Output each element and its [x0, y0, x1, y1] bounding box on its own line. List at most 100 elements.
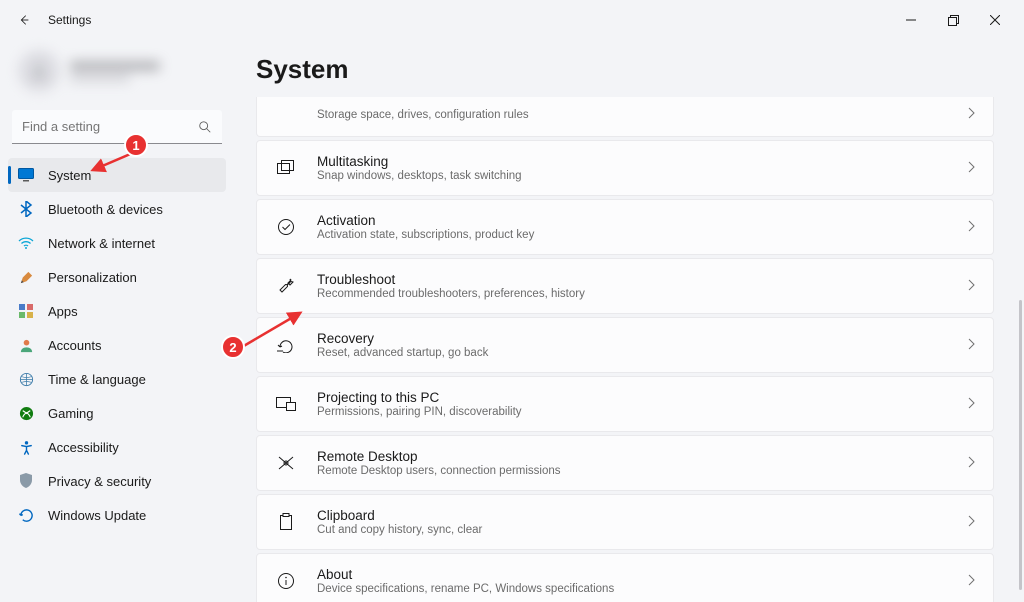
card-title: About	[317, 567, 967, 582]
sidebar-item-apps[interactable]: Apps	[8, 294, 226, 328]
chevron-right-icon	[967, 515, 975, 530]
callout-1: 1	[124, 133, 148, 157]
card-multitasking[interactable]: Multitasking Snap windows, desktops, tas…	[256, 140, 994, 196]
display-icon	[18, 167, 34, 183]
minimize-button[interactable]	[890, 5, 932, 35]
chevron-right-icon	[967, 397, 975, 412]
card-clipboard[interactable]: Clipboard Cut and copy history, sync, cl…	[256, 494, 994, 550]
card-projecting[interactable]: Projecting to this PC Permissions, pairi…	[256, 376, 994, 432]
card-sub: Recommended troubleshooters, preferences…	[317, 288, 967, 300]
card-title: Recovery	[317, 331, 967, 346]
person-icon	[18, 337, 34, 353]
card-body: Troubleshoot Recommended troubleshooters…	[317, 272, 967, 300]
card-sub: Activation state, subscriptions, product…	[317, 229, 967, 241]
card-body: Remote Desktop Remote Desktop users, con…	[317, 449, 967, 477]
sidebar-item-accessibility[interactable]: Accessibility	[8, 430, 226, 464]
sidebar-item-windows-update[interactable]: Windows Update	[8, 498, 226, 532]
card-body: Projecting to this PC Permissions, pairi…	[317, 390, 967, 418]
nav-label: Apps	[48, 304, 78, 319]
card-recovery[interactable]: Recovery Reset, advanced startup, go bac…	[256, 317, 994, 373]
nav-label: Network & internet	[48, 236, 155, 251]
card-sub: Cut and copy history, sync, clear	[317, 524, 967, 536]
update-icon	[18, 507, 34, 523]
nav-label: Privacy & security	[48, 474, 151, 489]
wifi-icon	[18, 235, 34, 251]
maximize-icon	[948, 15, 959, 26]
back-button[interactable]	[8, 4, 40, 36]
user-meta	[70, 61, 216, 82]
card-title: Multitasking	[317, 154, 967, 169]
shield-icon	[18, 473, 34, 489]
avatar	[18, 50, 60, 92]
maximize-button[interactable]	[932, 5, 974, 35]
sidebar-item-system[interactable]: System	[8, 158, 226, 192]
nav-label: Gaming	[48, 406, 94, 421]
card-body: Multitasking Snap windows, desktops, tas…	[317, 154, 967, 182]
chevron-right-icon	[967, 574, 975, 589]
recovery-icon	[275, 334, 297, 356]
card-body: Recovery Reset, advanced startup, go bac…	[317, 331, 967, 359]
clipboard-icon	[275, 511, 297, 533]
sidebar-item-accounts[interactable]: Accounts	[8, 328, 226, 362]
card-title: Clipboard	[317, 508, 967, 523]
nav-label: Accounts	[48, 338, 101, 353]
sidebar-item-gaming[interactable]: Gaming	[8, 396, 226, 430]
multitasking-icon	[275, 157, 297, 179]
remote-desktop-icon	[275, 452, 297, 474]
callout-2: 2	[221, 335, 245, 359]
nav-label: Windows Update	[48, 508, 146, 523]
nav-label: Bluetooth & devices	[48, 202, 163, 217]
card-body: Clipboard Cut and copy history, sync, cl…	[317, 508, 967, 536]
chevron-right-icon	[967, 107, 975, 122]
nav-label: Accessibility	[48, 440, 119, 455]
sidebar-item-personalization[interactable]: Personalization	[8, 260, 226, 294]
close-button[interactable]	[974, 5, 1016, 35]
nav-label: Time & language	[48, 372, 146, 387]
sidebar-item-privacy[interactable]: Privacy & security	[8, 464, 226, 498]
card-title: Activation	[317, 213, 967, 228]
apps-icon	[18, 303, 34, 319]
search-icon	[198, 120, 212, 134]
card-troubleshoot[interactable]: Troubleshoot Recommended troubleshooters…	[256, 258, 994, 314]
chevron-right-icon	[967, 220, 975, 235]
storage-icon	[275, 104, 297, 126]
card-sub: Device specifications, rename PC, Window…	[317, 583, 967, 595]
settings-cards: Storage space, drives, configuration rul…	[256, 97, 994, 602]
main: System Storage space, drives, configurat…	[234, 40, 1024, 602]
card-title: Projecting to this PC	[317, 390, 967, 405]
card-sub: Permissions, pairing PIN, discoverabilit…	[317, 406, 967, 418]
wrench-icon	[275, 275, 297, 297]
nav: System Bluetooth & devices Network & int…	[8, 158, 226, 532]
chevron-right-icon	[967, 338, 975, 353]
close-icon	[990, 15, 1000, 25]
nav-label: System	[48, 168, 91, 183]
bluetooth-icon	[18, 201, 34, 217]
arrow-left-icon	[17, 13, 31, 27]
card-sub: Remote Desktop users, connection permiss…	[317, 465, 967, 477]
info-icon	[275, 570, 297, 592]
card-body: Storage space, drives, configuration rul…	[317, 108, 967, 121]
minimize-icon	[906, 15, 916, 25]
scrollbar[interactable]	[1019, 300, 1022, 590]
card-remote-desktop[interactable]: Remote Desktop Remote Desktop users, con…	[256, 435, 994, 491]
chevron-right-icon	[967, 279, 975, 294]
window-controls	[890, 5, 1016, 35]
chevron-right-icon	[967, 456, 975, 471]
card-activation[interactable]: Activation Activation state, subscriptio…	[256, 199, 994, 255]
sidebar-item-bluetooth[interactable]: Bluetooth & devices	[8, 192, 226, 226]
person-icon	[28, 60, 50, 82]
card-about[interactable]: About Device specifications, rename PC, …	[256, 553, 994, 602]
card-body: Activation Activation state, subscriptio…	[317, 213, 967, 241]
page-heading: System	[256, 54, 994, 85]
chevron-right-icon	[967, 161, 975, 176]
search-input[interactable]	[22, 119, 198, 134]
app-title: Settings	[48, 13, 91, 27]
card-title: Troubleshoot	[317, 272, 967, 287]
sidebar-item-network[interactable]: Network & internet	[8, 226, 226, 260]
card-sub: Reset, advanced startup, go back	[317, 347, 967, 359]
user-block[interactable]	[8, 44, 226, 106]
check-circle-icon	[275, 216, 297, 238]
search-box[interactable]	[12, 110, 222, 144]
sidebar-item-time-language[interactable]: Time & language	[8, 362, 226, 396]
card-storage[interactable]: Storage space, drives, configuration rul…	[256, 97, 994, 137]
